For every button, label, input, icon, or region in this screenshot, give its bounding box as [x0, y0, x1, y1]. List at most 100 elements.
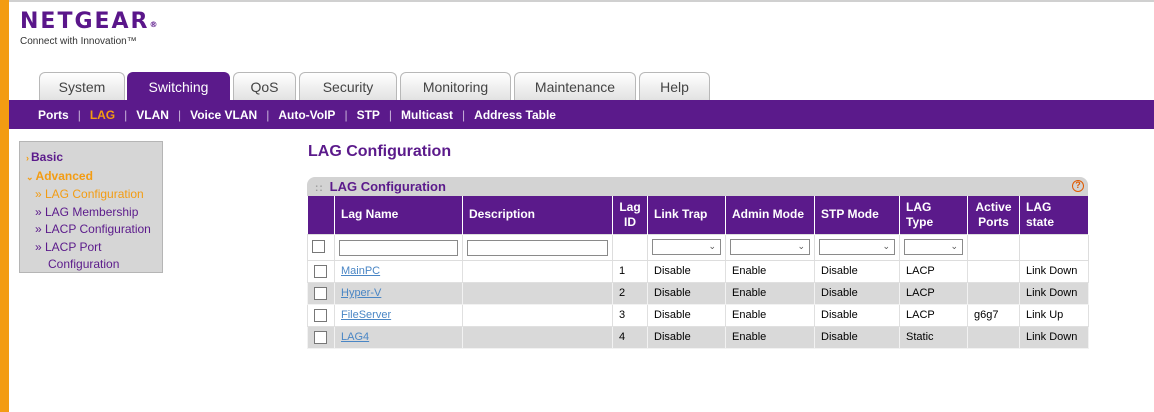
lag-state-cell: Link Up [1019, 303, 1089, 327]
lag-name-input[interactable] [339, 240, 458, 256]
table-row[interactable]: Hyper-V 2 Disable Enable Disable LACP Li… [307, 281, 1089, 305]
stp-mode-select[interactable]: ⌄ [819, 239, 895, 255]
sidebar: › Basic ⌄ Advanced » LAG Configuration » L… [19, 141, 163, 273]
subnav-address-table[interactable]: Address Table [474, 108, 556, 122]
chevron-down-icon: ⌄ [882, 241, 890, 251]
tab-maintenance[interactable]: Maintenance [514, 72, 636, 100]
lag-state-cell: Link Down [1019, 325, 1089, 349]
select-column-header [307, 196, 335, 234]
chevron-down-icon: ⌄ [950, 241, 958, 251]
sidebar-item-lacp-configuration[interactable]: » LACP Configuration [26, 221, 162, 239]
sub-navigation: Ports | LAG | VLAN | Voice VLAN | Auto-V… [9, 100, 1154, 129]
column-header[interactable]: Description [462, 196, 613, 234]
description-cell [462, 281, 613, 305]
column-header[interactable]: LAG Type [899, 196, 968, 234]
logo-reg-mark: ® [149, 20, 158, 29]
lag-name-link[interactable]: LAG4 [341, 331, 369, 343]
table-row[interactable]: LAG4 4 Disable Enable Disable Static Lin… [307, 325, 1089, 349]
stp-mode-cell: Disable [814, 325, 900, 349]
tab-system[interactable]: System [39, 72, 125, 100]
column-header[interactable]: Admin Mode [725, 196, 815, 234]
subnav-ports[interactable]: Ports [38, 108, 69, 122]
lag-name-link[interactable]: FileServer [341, 309, 391, 321]
subnav-separator: | [344, 107, 348, 122]
admin-mode-cell: Enable [725, 281, 815, 305]
left-accent-bar [0, 0, 9, 412]
column-header[interactable]: Active Ports [967, 196, 1020, 234]
sidebar-item-basic[interactable]: › Basic [26, 149, 162, 168]
lag-type-cell: LACP [899, 259, 968, 283]
lag-id-cell: 3 [612, 303, 648, 327]
column-header[interactable]: STP Mode [814, 196, 900, 234]
sidebar-item-lacp-port-configuration[interactable]: » LACP Port [26, 239, 162, 257]
table-row[interactable]: MainPC 1 Disable Enable Disable LACP Lin… [307, 259, 1089, 283]
lag-type-cell: LACP [899, 281, 968, 305]
lag-type-select[interactable]: ⌄ [904, 239, 963, 255]
sidebar-item-lacp-port-configuration-cont[interactable]: Configuration [26, 256, 162, 274]
subnav-auto-voip[interactable]: Auto-VoIP [278, 108, 335, 122]
lag-configuration-panel: :: LAG Configuration ? Lag Name Descripti… [307, 177, 1089, 349]
active-ports-cell: g6g7 [967, 303, 1020, 327]
row-checkbox[interactable] [314, 308, 327, 322]
sidebar-item-lag-membership[interactable]: » LAG Membership [26, 204, 162, 222]
help-icon[interactable]: ? [1072, 180, 1084, 192]
lag-id-cell: 1 [612, 259, 648, 283]
tab-switching[interactable]: Switching [127, 72, 230, 101]
column-header[interactable]: Lag ID [612, 196, 648, 234]
description-cell [462, 259, 613, 283]
table-row[interactable]: FileServer 3 Disable Enable Disable LACP… [307, 303, 1089, 327]
admin-mode-cell: Enable [725, 259, 815, 283]
row-checkbox[interactable] [314, 286, 327, 300]
lag-table: Lag Name Description Lag ID Link Trap Ad… [307, 196, 1089, 349]
panel-header: :: LAG Configuration ? [307, 177, 1088, 196]
link-trap-select[interactable]: ⌄ [652, 239, 721, 255]
logo-wordmark: NETGEAR [20, 9, 150, 34]
lag-type-cell: LACP [899, 303, 968, 327]
subnav-voice-vlan[interactable]: Voice VLAN [190, 108, 257, 122]
lag-state-cell: Link Down [1019, 281, 1089, 305]
stp-mode-cell: Disable [814, 281, 900, 305]
admin-mode-select[interactable]: ⌄ [730, 239, 810, 255]
link-trap-cell: Disable [647, 303, 726, 327]
tab-monitoring[interactable]: Monitoring [400, 72, 511, 100]
subnav-separator: | [77, 107, 81, 122]
lag-id-cell: 4 [612, 325, 648, 349]
sidebar-item-label: Basic [31, 150, 64, 164]
description-cell [462, 325, 613, 349]
row-checkbox[interactable] [314, 264, 327, 278]
lag-name-link[interactable]: Hyper-V [341, 287, 381, 299]
description-input[interactable] [467, 240, 608, 256]
subnav-separator: | [266, 107, 270, 122]
header-row: Lag Name Description Lag ID Link Trap Ad… [307, 196, 1089, 234]
panel-title: LAG Configuration [329, 179, 446, 194]
subnav-vlan[interactable]: VLAN [136, 108, 169, 122]
logo-tagline: Connect with Innovation™ [20, 36, 137, 47]
lag-name-link[interactable]: MainPC [341, 265, 380, 277]
netgear-logo: NETGEAR® Connect with Innovation™ [20, 9, 158, 47]
row-checkbox[interactable] [314, 330, 327, 344]
active-ports-cell [967, 281, 1020, 305]
link-trap-cell: Disable [647, 325, 726, 349]
tab-qos[interactable]: QoS [233, 72, 296, 100]
chevron-down-icon: ⌄ [797, 241, 805, 251]
tab-security[interactable]: Security [299, 72, 397, 100]
lag-type-cell: Static [899, 325, 968, 349]
active-ports-cell [967, 259, 1020, 283]
sidebar-item-label: Advanced [35, 168, 93, 183]
stp-mode-cell: Disable [814, 259, 900, 283]
stp-mode-cell: Disable [814, 303, 900, 327]
subnav-separator: | [124, 107, 128, 122]
sidebar-item-advanced[interactable]: ⌄ Advanced [26, 168, 162, 187]
subnav-separator: | [462, 107, 466, 122]
tab-help[interactable]: Help [639, 72, 710, 100]
subnav-stp[interactable]: STP [357, 108, 380, 122]
chevron-right-icon: › [26, 153, 29, 163]
subnav-lag[interactable]: LAG [90, 108, 115, 122]
link-trap-cell: Disable [647, 259, 726, 283]
sidebar-item-lag-configuration[interactable]: » LAG Configuration [26, 186, 162, 204]
subnav-multicast[interactable]: Multicast [401, 108, 453, 122]
column-header[interactable]: Link Trap [647, 196, 726, 234]
select-all-checkbox[interactable] [312, 240, 325, 254]
column-header[interactable]: Lag Name [334, 196, 463, 234]
column-header[interactable]: LAG state [1019, 196, 1089, 234]
